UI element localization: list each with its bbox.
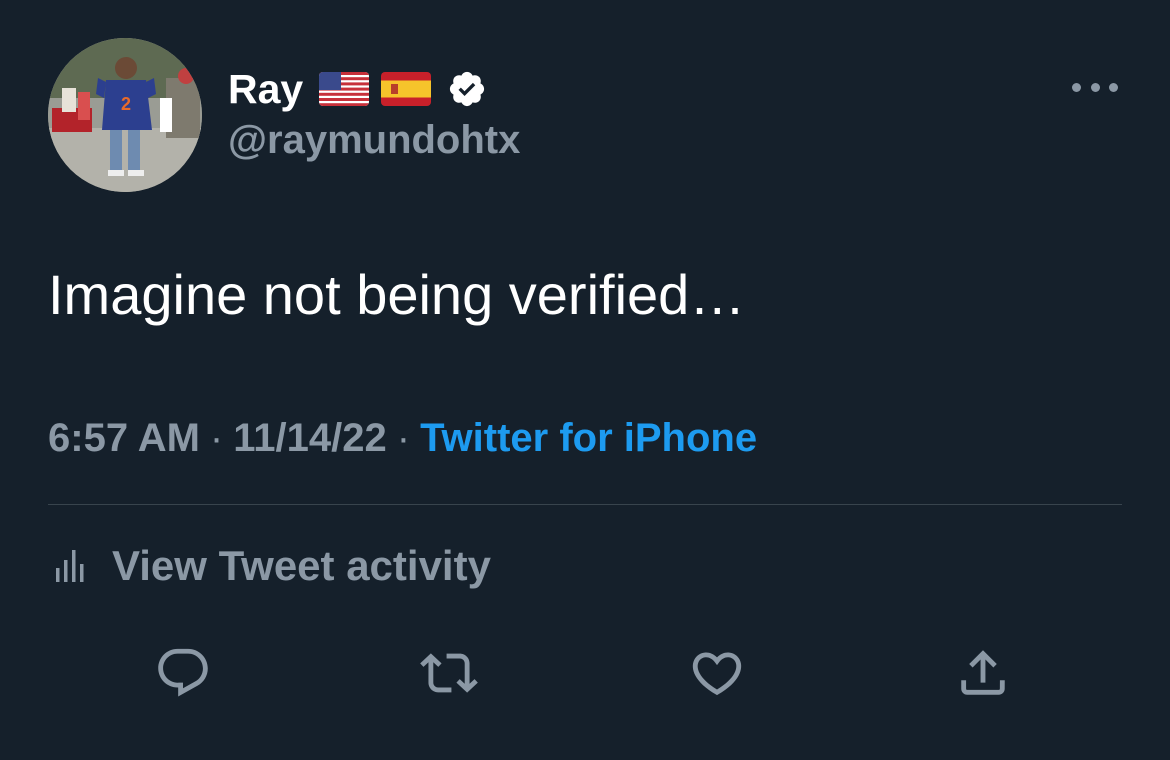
- tweet-metadata: 6:57 AM · 11/14/22 · Twitter for iPhone: [48, 416, 757, 461]
- us-flag-icon: [319, 72, 370, 106]
- tweet-time[interactable]: 6:57 AM: [48, 416, 200, 460]
- tweet-text: Imagine not being verified…: [48, 263, 746, 326]
- analytics-icon: [56, 550, 84, 582]
- tweet-source-link[interactable]: Twitter for iPhone: [420, 416, 757, 460]
- display-name[interactable]: Ray: [228, 66, 303, 113]
- view-tweet-activity-button[interactable]: View Tweet activity: [48, 538, 491, 594]
- tweet-date[interactable]: 11/14/22: [233, 416, 387, 460]
- avatar-photo: 2: [48, 38, 202, 192]
- reply-icon: [158, 648, 208, 697]
- heart-icon: [692, 652, 742, 696]
- more-options-icon[interactable]: [1072, 74, 1118, 100]
- reply-button[interactable]: [154, 644, 212, 702]
- spain-flag-icon: [381, 72, 432, 106]
- retweet-button[interactable]: [420, 644, 478, 702]
- verified-badge-icon: [447, 69, 487, 109]
- retweet-icon: [420, 653, 478, 693]
- svg-text:2: 2: [121, 94, 131, 114]
- share-icon: [961, 650, 1005, 695]
- author-handle[interactable]: @raymundohtx: [228, 118, 520, 163]
- author-name-row[interactable]: Ray: [228, 64, 487, 114]
- share-button[interactable]: [954, 644, 1012, 702]
- divider: [48, 504, 1122, 505]
- avatar[interactable]: 2: [48, 38, 202, 192]
- meta-separator: ·: [396, 416, 411, 460]
- view-tweet-activity-label: View Tweet activity: [112, 542, 491, 589]
- like-button[interactable]: [688, 644, 746, 702]
- tweet-detail: 2 Ray @raymundohtx Imagine not being ver…: [0, 0, 1170, 760]
- meta-separator: ·: [209, 416, 224, 460]
